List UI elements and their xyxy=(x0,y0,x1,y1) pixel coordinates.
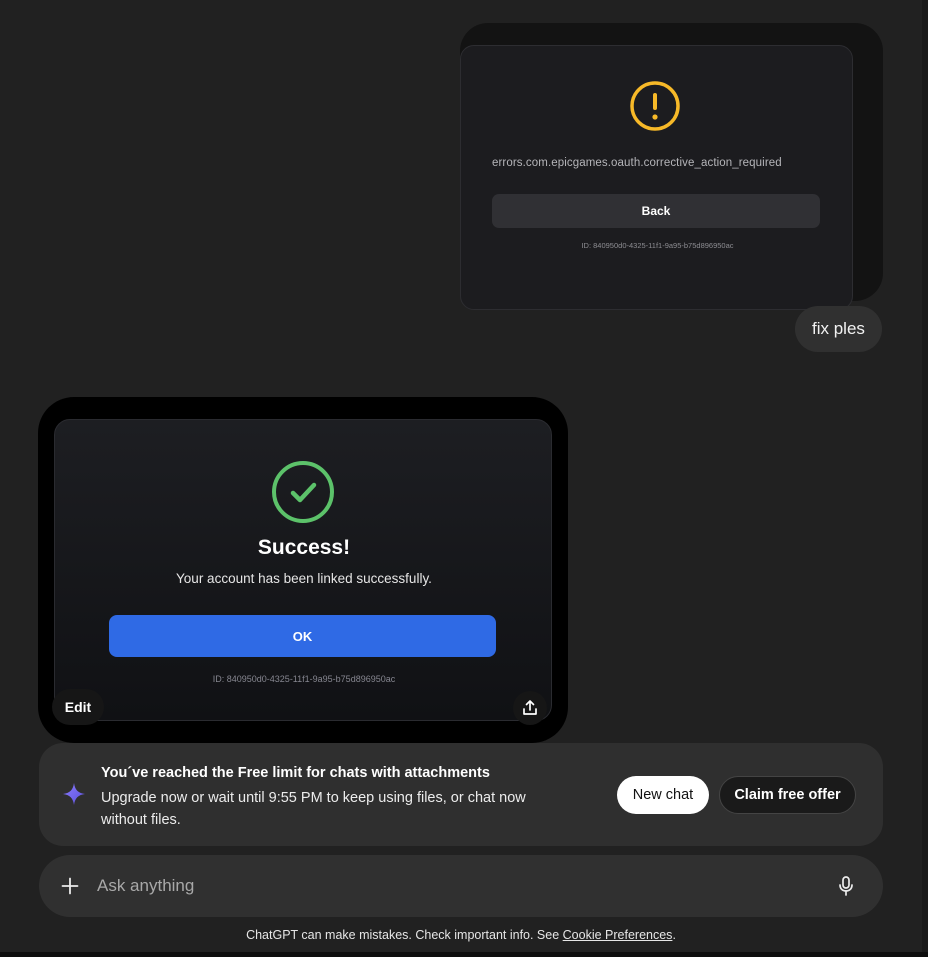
error-card: errors.com.epicgames.oauth.corrective_ac… xyxy=(460,45,853,310)
success-title: Success! xyxy=(257,536,351,559)
add-attachment-button[interactable] xyxy=(57,873,83,899)
window-bottom-edge xyxy=(0,952,928,957)
ask-input[interactable] xyxy=(97,871,797,901)
limit-description: Upgrade now or wait until 9:55 PM to kee… xyxy=(101,790,526,828)
limit-title: You´ve reached the Free limit for chats … xyxy=(101,765,490,781)
error-id: ID: 840950d0-4325-11f1-9a95-b75d896950ac xyxy=(581,241,734,250)
sparkle-icon xyxy=(63,783,85,805)
success-subtitle: Your account has been linked successfull… xyxy=(176,571,432,586)
success-id: ID: 840950d0-4325-11f1-9a95-b75d896950ac xyxy=(212,674,396,684)
disclaimer-footer: ChatGPT can make mistakes. Check importa… xyxy=(0,928,922,942)
user-uploaded-image[interactable]: errors.com.epicgames.oauth.corrective_ac… xyxy=(460,23,883,310)
cookie-preferences-link[interactable]: Cookie Preferences xyxy=(563,928,673,942)
share-image-button[interactable] xyxy=(513,691,547,725)
ok-button: OK xyxy=(109,615,496,657)
user-message-bubble: fix ples xyxy=(795,306,882,352)
microphone-icon xyxy=(839,876,853,896)
generated-image[interactable]: Success! Your account has been linked su… xyxy=(38,397,568,743)
check-circle-icon xyxy=(272,461,334,523)
claim-free-offer-button[interactable]: Claim free offer xyxy=(719,776,856,814)
free-limit-banner: You´ve reached the Free limit for chats … xyxy=(39,743,883,846)
disclaimer-suffix: . xyxy=(672,928,676,942)
disclaimer-text: ChatGPT can make mistakes. Check importa… xyxy=(246,928,563,942)
new-chat-button[interactable]: New chat xyxy=(617,776,709,814)
edit-image-button[interactable]: Edit xyxy=(52,689,104,725)
scrollbar-track[interactable] xyxy=(922,0,928,957)
back-button: Back xyxy=(492,194,820,228)
plus-icon xyxy=(61,877,79,895)
dictate-button[interactable] xyxy=(835,875,857,897)
share-icon xyxy=(523,700,537,715)
success-card: Success! Your account has been linked su… xyxy=(54,419,552,721)
composer xyxy=(39,855,883,917)
error-message: errors.com.epicgames.oauth.corrective_ac… xyxy=(492,157,782,169)
warning-circle-icon xyxy=(630,81,680,131)
